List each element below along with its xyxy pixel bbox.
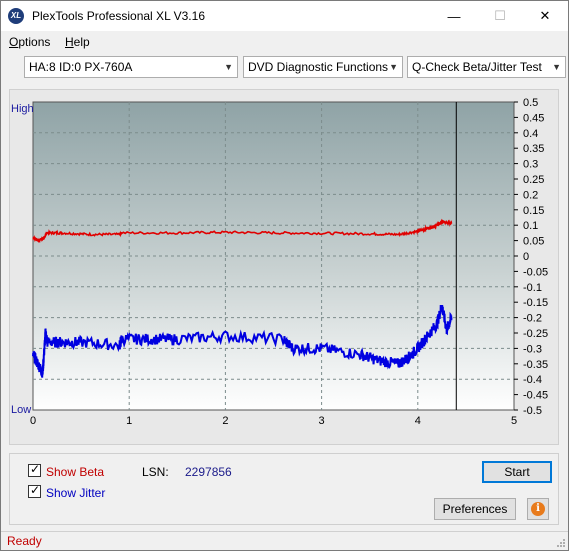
x-tick-label: 0 <box>30 415 36 427</box>
x-tick-label: 3 <box>319 415 325 427</box>
info-icon: i <box>531 502 545 516</box>
status-bar: Ready <box>1 531 568 550</box>
toolbar: HA:8 ID:0 PX-760A ▼ DVD Diagnostic Funct… <box>1 53 568 81</box>
y-low-label: Low <box>11 404 31 416</box>
y-tick-label: -0.15 <box>523 297 548 309</box>
y-tick-label: 0.35 <box>523 143 544 155</box>
show-beta-checkbox[interactable] <box>28 462 41 477</box>
app-window: XL PlexTools Professional XL V3.16 — ☐ ✕… <box>0 0 569 551</box>
menu-options[interactable]: Options <box>9 35 50 49</box>
title-bar: XL PlexTools Professional XL V3.16 — ☐ ✕ <box>1 1 568 31</box>
lsn-label: LSN: <box>142 465 169 479</box>
minimize-icon: — <box>447 8 461 24</box>
y-tick-label: -0.45 <box>523 390 548 402</box>
y-tick-label: 0.4 <box>523 128 538 140</box>
menu-help-label: Help <box>65 35 90 49</box>
menu-bar: Options Help <box>1 32 568 52</box>
y-tick-label: -0.05 <box>523 266 548 278</box>
menu-help[interactable]: Help <box>65 35 90 49</box>
y-tick-label: -0.2 <box>523 313 542 325</box>
start-button[interactable]: Start <box>482 461 552 483</box>
minimize-button[interactable]: — <box>431 1 477 31</box>
y-tick-label: 0.1 <box>523 220 538 232</box>
test-select[interactable]: Q-Check Beta/Jitter Test ▼ <box>407 56 566 78</box>
chevron-down-icon: ▼ <box>389 62 398 72</box>
y-tick-label: -0.4 <box>523 374 542 386</box>
x-tick-label: 4 <box>415 415 421 427</box>
y-high-label: High <box>11 103 34 115</box>
test-select-value: Q-Check Beta/Jitter Test <box>412 60 542 74</box>
y-tick-label: 0.25 <box>523 174 544 186</box>
show-beta-label[interactable]: Show Beta <box>46 465 104 479</box>
x-tick-label: 1 <box>126 415 132 427</box>
y-tick-label: -0.25 <box>523 328 548 340</box>
y-tick-label: -0.3 <box>523 343 542 355</box>
y-tick-label: 0.3 <box>523 159 538 171</box>
y-tick-label: 0.2 <box>523 189 538 201</box>
maximize-icon: ☐ <box>494 8 506 23</box>
drive-select[interactable]: HA:8 ID:0 PX-760A ▼ <box>24 56 238 78</box>
resize-grip-icon[interactable] <box>556 538 566 548</box>
info-button[interactable]: i <box>527 498 549 520</box>
show-jitter-label[interactable]: Show Jitter <box>46 486 105 500</box>
y-tick-label: 0.45 <box>523 112 544 124</box>
y-tick-label: -0.5 <box>523 405 542 417</box>
chevron-down-icon: ▼ <box>552 62 561 72</box>
x-tick-label: 5 <box>511 415 517 427</box>
drive-select-value: HA:8 ID:0 PX-760A <box>29 60 133 74</box>
chevron-down-icon: ▼ <box>224 62 233 72</box>
menu-options-label: Options <box>9 35 51 49</box>
lsn-value: 2297856 <box>185 465 232 479</box>
close-button[interactable]: ✕ <box>522 1 568 31</box>
beta-jitter-chart: 0 1 2 3 4 5 0.5 0.45 0.4 0.35 0.3 0.25 0.2 0.15 0.1 0.0… <box>11 97 548 427</box>
status-text: Ready <box>7 534 42 548</box>
y-tick-label: 0.15 <box>523 205 544 217</box>
y-tick-label: -0.35 <box>523 359 548 371</box>
close-icon: ✕ <box>539 8 551 23</box>
x-tick-label: 2 <box>222 415 228 427</box>
show-jitter-checkbox[interactable] <box>28 483 41 498</box>
function-select-value: DVD Diagnostic Functions <box>248 60 389 74</box>
chart-panel: 0 1 2 3 4 5 0.5 0.45 0.4 0.35 0.3 0.25 0.2 0.15 0.1 0.0… <box>9 89 559 445</box>
app-logo-icon: XL <box>8 8 24 24</box>
y-tick-label: 0.5 <box>523 97 538 109</box>
y-tick-label: -0.1 <box>523 282 542 294</box>
y-tick-label: 0 <box>523 251 529 263</box>
function-select[interactable]: DVD Diagnostic Functions ▼ <box>243 56 403 78</box>
maximize-button[interactable]: ☐ <box>477 1 523 31</box>
options-panel: Show Beta Show Jitter LSN: 2297856 Start… <box>9 453 559 525</box>
preferences-button[interactable]: Preferences <box>434 498 516 520</box>
y-tick-label: 0.05 <box>523 236 544 248</box>
window-title: PlexTools Professional XL V3.16 <box>32 9 205 23</box>
